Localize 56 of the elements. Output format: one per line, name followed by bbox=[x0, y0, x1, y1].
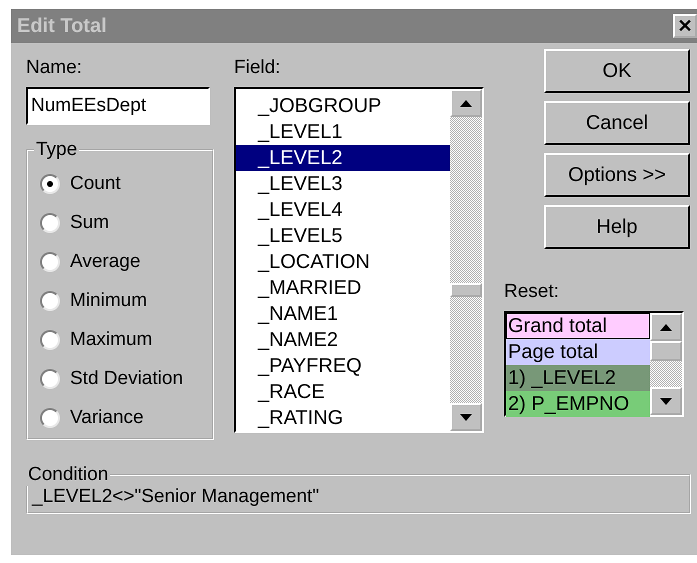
radio-button[interactable] bbox=[40, 252, 60, 272]
dialog-button[interactable]: Options >> bbox=[544, 153, 690, 197]
scroll-up-button[interactable] bbox=[450, 89, 482, 117]
radio-option[interactable]: Std Deviation bbox=[40, 364, 208, 393]
up-arrow-icon bbox=[460, 100, 472, 106]
close-button[interactable]: ✕ bbox=[673, 14, 697, 38]
list-item[interactable]: _LEVEL2 bbox=[236, 145, 450, 171]
radio-button[interactable] bbox=[40, 212, 60, 232]
dialog-button[interactable]: Help bbox=[544, 205, 690, 249]
list-item[interactable]: _RACE bbox=[236, 379, 450, 405]
window-title: Edit Total bbox=[17, 14, 107, 38]
scroll-down-button[interactable] bbox=[650, 387, 682, 415]
list-item[interactable]: _NAME2 bbox=[236, 327, 450, 353]
scrollbar[interactable] bbox=[650, 313, 682, 415]
list-item[interactable]: _PAYFREQ bbox=[236, 353, 450, 379]
list-item[interactable]: _LEVEL5 bbox=[236, 223, 450, 249]
list-item[interactable]: _LEVEL3 bbox=[236, 171, 450, 197]
reset-label: Reset: bbox=[504, 281, 560, 303]
up-arrow-icon bbox=[660, 324, 672, 330]
list-item[interactable]: _LEVEL4 bbox=[236, 197, 450, 223]
list-item[interactable]: _JOBGROUP bbox=[236, 93, 450, 119]
dialog-button[interactable]: Cancel bbox=[544, 101, 690, 145]
radio-option[interactable]: Variance bbox=[40, 403, 208, 432]
scroll-thumb[interactable] bbox=[650, 341, 682, 361]
list-item[interactable]: Page total bbox=[506, 339, 650, 365]
scrollbar[interactable] bbox=[450, 89, 482, 431]
scroll-thumb[interactable] bbox=[450, 283, 482, 297]
list-item[interactable]: _RATING bbox=[236, 405, 450, 431]
dialog-button[interactable]: OK bbox=[544, 49, 690, 93]
condition-text: _LEVEL2<>"Senior Management" bbox=[32, 486, 320, 507]
condition-legend: Condition bbox=[26, 464, 110, 486]
list-item[interactable]: 2) P_EMPNO bbox=[506, 391, 650, 417]
down-arrow-icon bbox=[460, 414, 472, 420]
radio-button[interactable] bbox=[40, 368, 60, 388]
radio-option[interactable]: Average bbox=[40, 247, 208, 276]
list-item[interactable]: _LOCATION bbox=[236, 249, 450, 275]
list-item[interactable]: Grand total bbox=[506, 313, 650, 339]
scroll-up-button[interactable] bbox=[650, 313, 682, 341]
list-item[interactable]: 1) _LEVEL2 bbox=[506, 365, 650, 391]
radio-option[interactable]: Sum bbox=[40, 208, 208, 237]
name-label: Name: bbox=[26, 57, 83, 79]
radio-button[interactable] bbox=[40, 290, 60, 310]
type-legend: Type bbox=[34, 139, 80, 161]
field-label: Field: bbox=[234, 57, 282, 79]
list-item[interactable]: _NAME1 bbox=[236, 301, 450, 327]
list-item[interactable]: _MARRIED bbox=[236, 275, 450, 301]
radio-button[interactable] bbox=[40, 330, 60, 350]
name-field[interactable]: NumEEsDept bbox=[26, 87, 210, 125]
radio-button[interactable] bbox=[40, 408, 60, 428]
scroll-down-button[interactable] bbox=[450, 403, 482, 431]
radio-option[interactable]: Minimum bbox=[40, 286, 208, 315]
radio-option[interactable]: Maximum bbox=[40, 325, 208, 354]
radio-option[interactable]: Count bbox=[40, 169, 208, 198]
radio-button[interactable] bbox=[40, 174, 60, 194]
list-item[interactable]: _LEVEL1 bbox=[236, 119, 450, 145]
down-arrow-icon bbox=[660, 398, 672, 404]
